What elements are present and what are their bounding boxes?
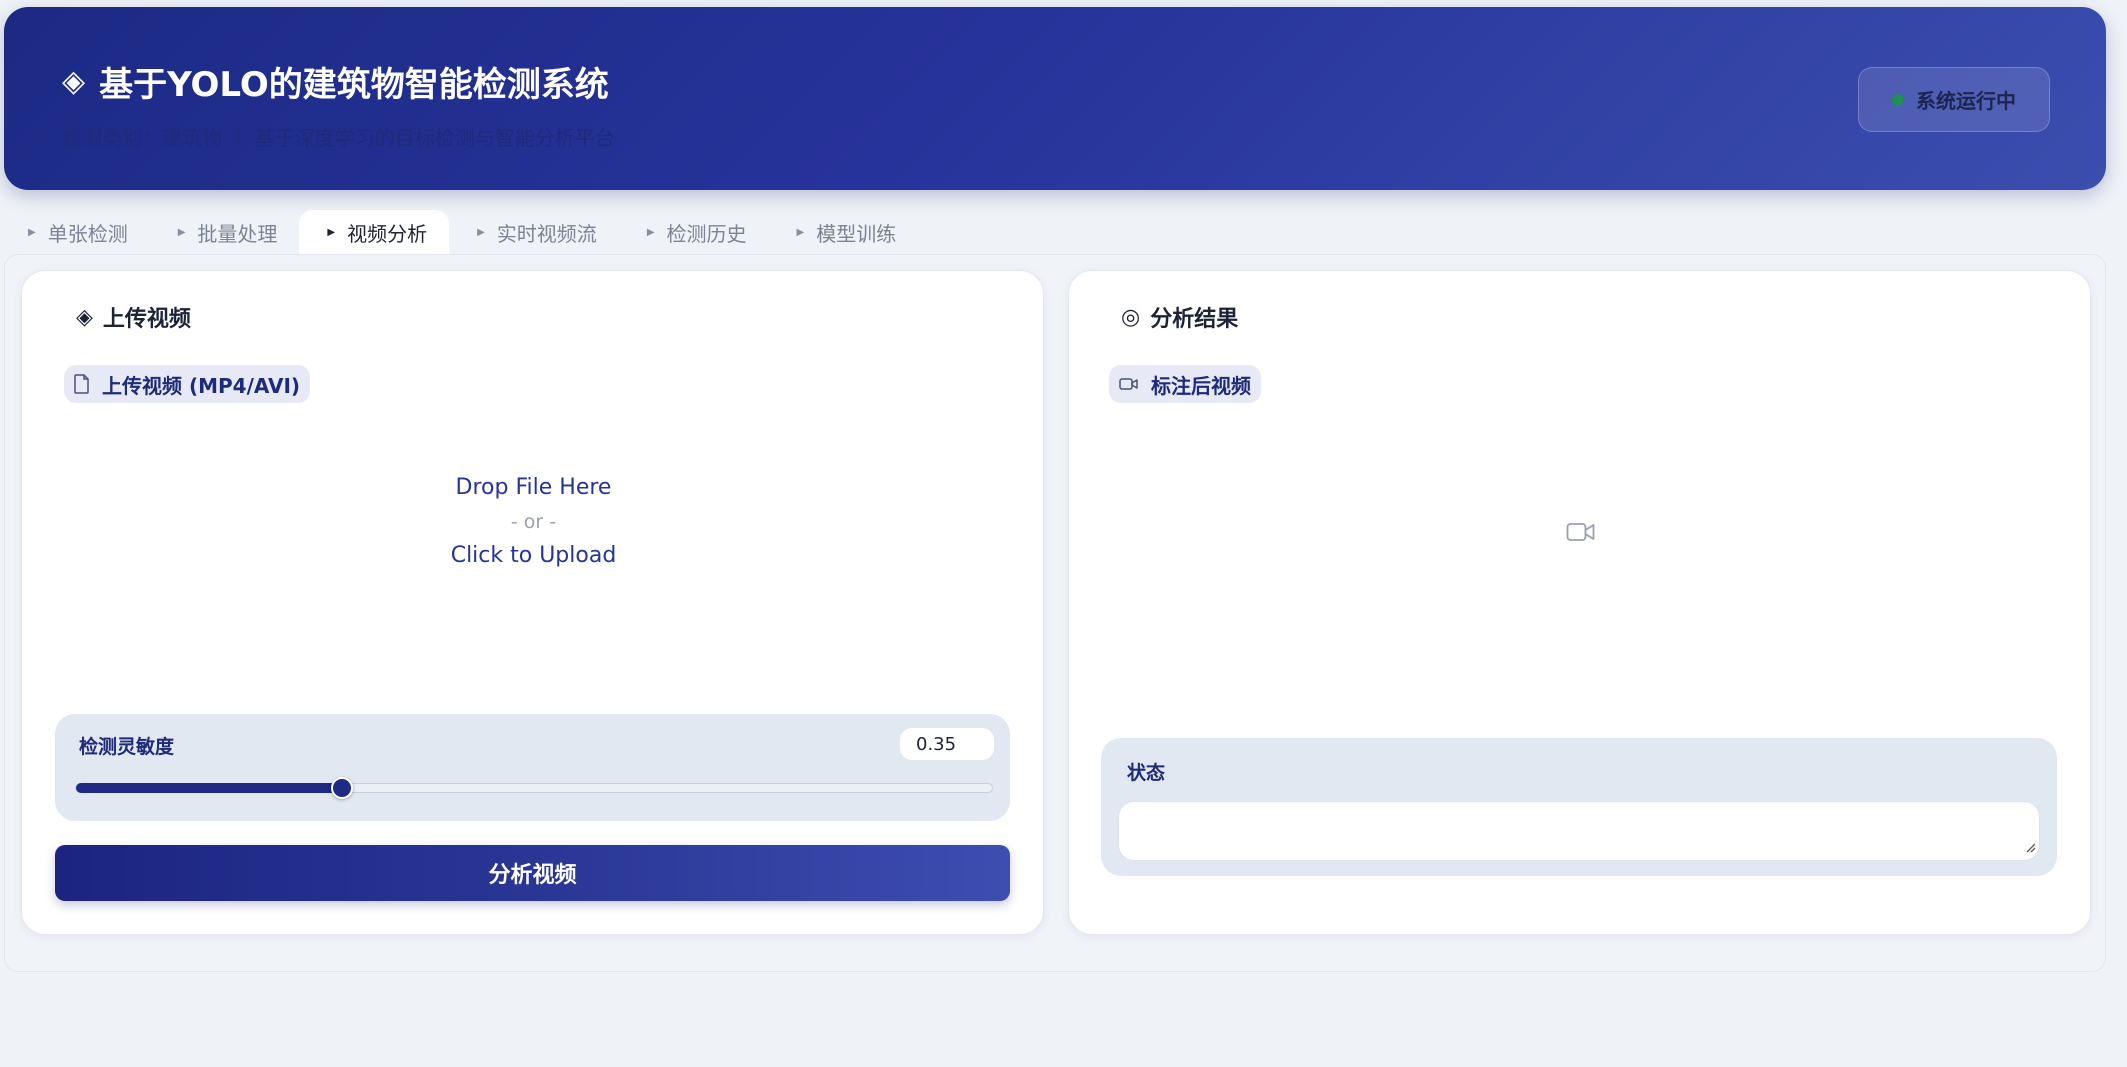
result-panel-heading: ◎ 分析结果 — [1121, 301, 1238, 333]
app-header: ◈ 基于YOLO的建筑物智能检测系统 检测类别：建筑物 ｜ 基于深度学习的目标检… — [4, 7, 2106, 190]
app-title: ◈ 基于YOLO的建筑物智能检测系统 — [62, 57, 609, 106]
tab-realtime-stream[interactable]: ▶ 实时视频流 — [449, 210, 619, 254]
tab-model-training[interactable]: ▶ 模型训练 — [769, 210, 919, 254]
app-subtitle: 检测类别：建筑物 ｜ 基于深度学习的目标检测与智能分析平台 — [62, 126, 615, 150]
tab-label: 检测历史 — [666, 221, 747, 246]
tab-triangle-icon: ▶ — [646, 226, 655, 238]
tab-label: 单张检测 — [47, 221, 128, 246]
dropzone-drop-text: Drop File Here — [455, 475, 612, 500]
diamond-icon: ◈ — [62, 64, 86, 99]
video-dropzone[interactable]: Drop File Here - or - Click to Upload — [52, 471, 1015, 661]
status-dot-icon — [1892, 93, 1904, 106]
tab-label: 模型训练 — [816, 221, 897, 246]
tab-batch-process[interactable]: ▶ 批量处理 — [150, 210, 300, 254]
upload-video-chip-label: 上传视频 (MP4/AVI) — [102, 373, 301, 398]
sensitivity-value-input[interactable]: 0.35 — [900, 728, 994, 760]
diamond-icon: ◈ — [76, 304, 93, 330]
dropzone-click-text: Click to Upload — [450, 543, 617, 568]
tab-single-detect[interactable]: ▶ 单张检测 — [0, 210, 150, 254]
app-title-text: 基于YOLO的建筑物智能检测系统 — [99, 65, 609, 105]
tab-triangle-icon: ▶ — [796, 226, 805, 238]
tab-video-analysis[interactable]: ▶ 视频分析 — [299, 210, 450, 254]
upload-video-chip: 上传视频 (MP4/AVI) — [64, 365, 311, 403]
result-panel: ◎ 分析结果 标注后视频 状态 — [1068, 270, 2091, 935]
target-icon: ◎ — [1121, 304, 1141, 330]
system-status-badge: 系统运行中 — [1858, 67, 2050, 132]
tab-label: 批量处理 — [197, 221, 278, 246]
tab-detect-history[interactable]: ▶ 检测历史 — [619, 210, 769, 254]
tab-triangle-icon: ▶ — [177, 226, 186, 238]
sensitivity-label: 检测灵敏度 — [79, 736, 175, 758]
tab-triangle-icon: ▶ — [477, 226, 485, 238]
annotated-video-area — [1099, 421, 2062, 646]
status-output-block: 状态 — [1101, 738, 2057, 876]
tab-label: 实时视频流 — [496, 221, 597, 246]
status-textarea[interactable] — [1118, 801, 2040, 861]
annotated-video-chip-label: 标注后视频 — [1151, 373, 1251, 398]
annotated-video-chip: 标注后视频 — [1109, 365, 1261, 403]
dropzone-or-text: - or - — [510, 511, 557, 533]
system-status-text: 系统运行中 — [1916, 89, 2016, 113]
slider-thumb[interactable] — [330, 777, 353, 799]
video-camera-icon — [1566, 521, 1596, 547]
upload-panel-title: 上传视频 — [102, 307, 191, 332]
upload-panel: ◈ 上传视频 上传视频 (MP4/AVI) Drop File Here - o… — [21, 270, 1044, 935]
slider-fill — [76, 783, 342, 793]
analyze-video-button[interactable]: 分析视频 — [55, 845, 1010, 901]
result-panel-title: 分析结果 — [1150, 307, 1239, 332]
main-tabs: ▶ 单张检测 ▶ 批量处理 ▶ 视频分析 ▶ 实时视频流 ▶ 检测历史 ▶ 模型… — [0, 210, 918, 254]
video-camera-icon — [1119, 377, 1139, 391]
tab-label: 视频分析 — [347, 221, 428, 246]
sensitivity-slider-block: 检测灵敏度 0.35 — [55, 714, 1010, 821]
resize-grip-icon[interactable] — [2023, 839, 2037, 858]
file-icon — [74, 374, 90, 394]
tab-triangle-icon: ▶ — [28, 226, 36, 238]
tab-triangle-icon: ▶ — [327, 226, 336, 238]
status-label: 状态 — [1127, 762, 1166, 784]
sensitivity-slider[interactable] — [75, 777, 993, 799]
upload-panel-heading: ◈ 上传视频 — [76, 301, 191, 333]
